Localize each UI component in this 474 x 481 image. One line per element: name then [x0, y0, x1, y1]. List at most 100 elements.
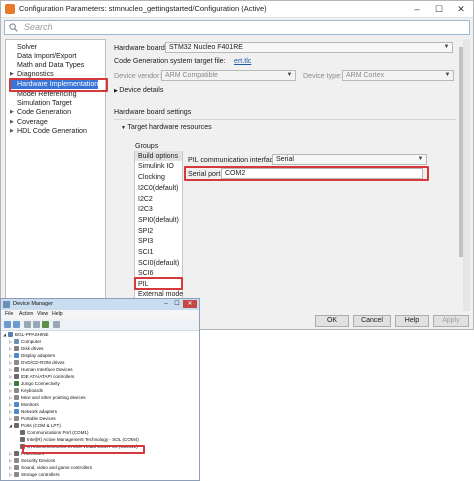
- device-vendor-label: Device vendor:: [114, 72, 162, 80]
- device-category-item[interactable]: ▷ Network adapters: [9, 408, 57, 415]
- menu-help[interactable]: Help: [52, 311, 63, 317]
- device-category-item[interactable]: ▷ Keyboards: [9, 387, 43, 394]
- search-icon: [9, 23, 18, 32]
- device-icon: [14, 416, 19, 422]
- device-icon: [14, 472, 19, 478]
- device-category-item[interactable]: ▷ Display adapters: [9, 352, 55, 359]
- menu-file[interactable]: File: [5, 311, 13, 317]
- device-icon: [14, 374, 19, 380]
- cancel-button[interactable]: Cancel: [353, 315, 391, 327]
- device-category-item[interactable]: ▷ Sound, video and game controllers: [9, 464, 92, 471]
- device-category-item[interactable]: ◢ BGL-PPASHINE: [3, 331, 49, 338]
- properties-icon[interactable]: [24, 321, 31, 328]
- outer-scrollbar[interactable]: [463, 39, 470, 311]
- device-label: Portable Devices: [21, 416, 56, 421]
- back-icon[interactable]: [4, 321, 11, 328]
- device-label: Communications Port (COM1): [27, 430, 89, 435]
- device-label: Monitors: [21, 402, 39, 407]
- device-category-item[interactable]: ▷ Storage controllers: [9, 471, 60, 478]
- tree-item-data-import-export[interactable]: Data Import/Export: [10, 52, 77, 61]
- chevron-down-icon: ▼: [417, 156, 424, 162]
- device-category-item[interactable]: ▷ Portable Devices: [9, 415, 56, 422]
- chevron-down-icon: ▼: [444, 72, 451, 78]
- tree-item-code-generation[interactable]: ▶ Code Generation: [10, 108, 71, 117]
- device-icon: [14, 353, 19, 359]
- serial-port-input[interactable]: COM2: [221, 168, 423, 179]
- group-item-build-options[interactable]: Build options: [138, 152, 178, 161]
- device-label: Storage controllers: [21, 472, 60, 477]
- group-item-i2c0[interactable]: I2C0(default): [138, 184, 178, 193]
- details-icon[interactable]: [33, 321, 40, 328]
- device-label: Human Interface Devices: [21, 367, 73, 372]
- device-category-item[interactable]: ▷ Disk drives: [9, 345, 43, 352]
- device-icon: [14, 367, 19, 373]
- pil-interface-label: PIL communication interface:: [188, 156, 280, 164]
- device-category-item[interactable]: ▷ IDE ATA/ATAPI controllers: [9, 373, 74, 380]
- window-title: Configuration Parameters: stmnucleo_gett…: [19, 4, 267, 13]
- tree-item-simulation-target[interactable]: Simulation Target: [10, 99, 72, 108]
- codegen-target-label: Code Generation system target file:: [114, 57, 226, 65]
- configuration-parameters-window: Configuration Parameters: stmnucleo_gett…: [0, 0, 474, 330]
- close-icon[interactable]: ✕: [183, 300, 197, 308]
- ok-button[interactable]: OK: [315, 315, 349, 327]
- chevron-down-icon: ▼: [443, 44, 450, 50]
- device-category-item[interactable]: ▷ Computer: [9, 338, 41, 345]
- close-icon[interactable]: ✕: [450, 1, 472, 17]
- group-item-spi3[interactable]: SPI3: [138, 237, 153, 246]
- group-item-spi2[interactable]: SPI2: [138, 227, 153, 236]
- group-item-clocking[interactable]: Clocking: [138, 173, 165, 182]
- target-resources-toggle[interactable]: ▼ Target hardware resources: [121, 123, 212, 131]
- device-category-item[interactable]: ▷ Mice and other pointing devices: [9, 394, 86, 401]
- maximize-icon[interactable]: ☐: [172, 300, 182, 308]
- minimize-icon[interactable]: –: [161, 300, 171, 308]
- highlight-stlink-com-port: [22, 445, 145, 454]
- device-item[interactable]: Intel(R) Active Management Technology - …: [15, 436, 139, 443]
- device-category-item[interactable]: ▷ Security Devices: [9, 457, 55, 464]
- group-item-simulink-io[interactable]: Simulink IO: [138, 162, 174, 171]
- apply-button[interactable]: Apply: [433, 315, 469, 327]
- group-item-sci0[interactable]: SCI0(default): [138, 259, 179, 268]
- tree-item-solver[interactable]: Solver: [10, 43, 37, 52]
- device-label: Disk drives: [21, 346, 44, 351]
- device-category-item[interactable]: ▷ Monitors: [9, 401, 39, 408]
- device-icon: [14, 409, 19, 415]
- device-label: Mice and other pointing devices: [21, 395, 86, 400]
- help-button[interactable]: Help: [395, 315, 429, 327]
- device-category-item[interactable]: ▷ Jungo Connectivity: [9, 380, 60, 387]
- minimize-icon[interactable]: –: [406, 1, 428, 17]
- group-item-sci1[interactable]: SCI1: [138, 248, 154, 257]
- device-category-item[interactable]: ▷ DVD/CD-ROM drives: [9, 359, 64, 366]
- menu-view[interactable]: View: [37, 311, 48, 317]
- search-input[interactable]: Search: [4, 20, 470, 35]
- simulink-app-icon: [5, 4, 15, 14]
- maximize-icon[interactable]: ☐: [428, 1, 450, 17]
- hardware-board-select[interactable]: STM32 Nucleo F401RE ▼: [165, 42, 453, 53]
- tree-item-hdl-code-generation[interactable]: ▶ HDL Code Generation: [10, 127, 87, 136]
- device-icon: [20, 430, 25, 436]
- device-icon: [14, 402, 19, 408]
- device-details-toggle[interactable]: ▶ Device details: [114, 86, 163, 94]
- highlight-pil-group: [134, 277, 183, 290]
- device-category-item[interactable]: ▷ Human Interface Devices: [9, 366, 73, 373]
- device-icon: [14, 423, 19, 429]
- menu-action[interactable]: Action: [19, 311, 33, 317]
- device-label: IDE ATA/ATAPI controllers: [21, 374, 75, 379]
- forward-icon[interactable]: [13, 321, 20, 328]
- device-category-item[interactable]: ◢ Ports (COM & LPT): [9, 422, 61, 429]
- group-item-spi0[interactable]: SPI0(default): [138, 216, 179, 225]
- device-label: Intel(R) Active Management Technology - …: [27, 437, 139, 442]
- group-item-i2c3[interactable]: I2C3: [138, 205, 153, 214]
- device-label: Display adapters: [21, 353, 56, 358]
- scan-hardware-icon[interactable]: [53, 321, 60, 328]
- codegen-target-link[interactable]: ert.tlc: [234, 57, 251, 65]
- device-type-select[interactable]: ARM Cortex ▼: [342, 70, 454, 81]
- pil-interface-select[interactable]: Serial ▼: [272, 154, 427, 165]
- tree-item-coverage[interactable]: ▶ Coverage: [10, 118, 48, 127]
- device-item[interactable]: Communications Port (COM1): [15, 429, 89, 436]
- expand-arrow-icon: ▶: [10, 128, 14, 134]
- help-icon[interactable]: [42, 321, 49, 328]
- tree-item-math-data-types[interactable]: Math and Data Types: [10, 61, 84, 70]
- device-vendor-select[interactable]: ARM Compatible ▼: [161, 70, 296, 81]
- group-item-i2c2[interactable]: I2C2: [138, 195, 153, 204]
- device-manager-window: Device Manager – ☐ ✕ File Action View He…: [0, 298, 200, 481]
